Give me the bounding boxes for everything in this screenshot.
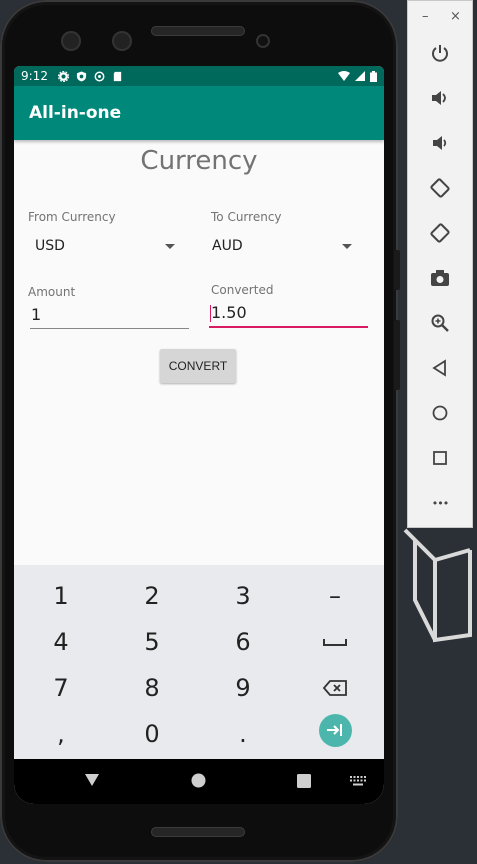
zoom-icon bbox=[431, 314, 449, 332]
key-space[interactable] bbox=[290, 619, 380, 665]
volume-up-button[interactable] bbox=[428, 86, 452, 110]
device-screen: 9:12 All-in-one Currency From Currency U… bbox=[14, 66, 384, 804]
to-currency-label: To Currency bbox=[211, 210, 282, 224]
zoom-button[interactable] bbox=[428, 311, 452, 335]
dropdown-arrow-icon bbox=[342, 244, 352, 249]
rotate-right-button[interactable] bbox=[428, 221, 452, 245]
shield-icon bbox=[76, 70, 87, 82]
back-button[interactable] bbox=[428, 356, 452, 380]
key-enter[interactable] bbox=[290, 707, 380, 753]
key-minus[interactable]: – bbox=[290, 573, 380, 619]
key-3[interactable]: 3 bbox=[198, 573, 288, 619]
key-7[interactable]: 7 bbox=[16, 665, 106, 711]
amount-input[interactable]: 1 bbox=[31, 305, 189, 327]
nav-back-icon[interactable] bbox=[84, 772, 100, 788]
home-button[interactable] bbox=[428, 401, 452, 425]
backspace-icon bbox=[323, 680, 347, 696]
from-currency-value: USD bbox=[35, 238, 65, 254]
space-icon bbox=[323, 639, 347, 646]
key-8[interactable]: 8 bbox=[107, 665, 197, 711]
volume-down-icon bbox=[433, 136, 447, 150]
camera-icon bbox=[431, 270, 449, 286]
back-icon bbox=[432, 359, 446, 377]
sd-card-icon bbox=[113, 71, 122, 81]
key-9[interactable]: 9 bbox=[198, 665, 288, 711]
emulator-window-controls: – × bbox=[408, 9, 472, 25]
page-title: Currency bbox=[140, 146, 258, 176]
data-saver-icon bbox=[94, 71, 105, 81]
front-sensor bbox=[61, 31, 81, 51]
more-button[interactable]: ••• bbox=[428, 491, 452, 515]
amount-underline bbox=[30, 328, 189, 329]
rotate-left-button[interactable] bbox=[428, 176, 452, 200]
key-0[interactable]: 0 bbox=[107, 711, 197, 757]
phone-frame: 9:12 All-in-one Currency From Currency U… bbox=[0, 0, 400, 862]
overview-icon bbox=[433, 451, 447, 465]
phone-power-key bbox=[394, 250, 400, 290]
app-bar: All-in-one bbox=[14, 86, 384, 140]
from-currency-spinner[interactable]: USD bbox=[35, 238, 175, 258]
next-field-icon bbox=[327, 724, 342, 736]
emulator-toolbar: – × ••• bbox=[407, 0, 473, 528]
key-comma[interactable]: , bbox=[16, 711, 106, 757]
phone-volume-key bbox=[394, 320, 400, 390]
numeric-keyboard: 1 2 3 – 4 5 6 7 8 9 , 0 . bbox=[14, 565, 384, 759]
keyboard-switch-icon[interactable] bbox=[350, 776, 366, 786]
key-backspace[interactable] bbox=[290, 665, 380, 711]
top-speaker bbox=[151, 26, 245, 36]
proximity-sensor bbox=[256, 34, 270, 48]
rotate-right-icon bbox=[430, 223, 450, 243]
key-period[interactable]: . bbox=[198, 711, 288, 757]
app-title: All-in-one bbox=[29, 103, 122, 123]
front-camera bbox=[112, 31, 132, 51]
to-currency-value: AUD bbox=[212, 238, 243, 254]
power-button[interactable] bbox=[428, 41, 452, 65]
power-icon bbox=[432, 45, 448, 62]
amount-value: 1 bbox=[31, 305, 42, 324]
to-currency-spinner[interactable]: AUD bbox=[212, 238, 352, 258]
close-button[interactable]: × bbox=[450, 9, 461, 24]
screenshot-button[interactable] bbox=[428, 266, 452, 290]
convert-button[interactable]: CONVERT bbox=[160, 349, 236, 383]
navigation-bar bbox=[14, 759, 384, 804]
status-time: 9:12 bbox=[21, 69, 48, 83]
key-1[interactable]: 1 bbox=[16, 573, 106, 619]
converted-value: 1.50 bbox=[211, 303, 247, 322]
key-2[interactable]: 2 bbox=[107, 573, 197, 619]
nav-home-icon[interactable] bbox=[191, 773, 206, 788]
key-5[interactable]: 5 bbox=[107, 619, 197, 665]
minimize-button[interactable]: – bbox=[422, 9, 429, 24]
converted-input[interactable]: 1.50 bbox=[211, 303, 368, 325]
converted-label: Converted bbox=[211, 283, 274, 297]
dropdown-arrow-icon bbox=[165, 244, 175, 249]
key-6[interactable]: 6 bbox=[198, 619, 288, 665]
amount-label: Amount bbox=[28, 285, 76, 299]
signal-icon bbox=[355, 71, 365, 81]
settings-icon bbox=[57, 70, 69, 82]
key-4[interactable]: 4 bbox=[16, 619, 106, 665]
enter-key-circle bbox=[318, 713, 352, 747]
from-currency-label: From Currency bbox=[28, 210, 116, 224]
more-icon: ••• bbox=[431, 496, 449, 510]
rotate-left-icon bbox=[430, 178, 450, 198]
wifi-icon bbox=[338, 71, 350, 81]
battery-icon bbox=[370, 70, 377, 82]
nav-recents-icon[interactable] bbox=[297, 774, 311, 788]
home-icon bbox=[432, 405, 448, 421]
overview-button[interactable] bbox=[428, 446, 452, 470]
status-bar: 9:12 bbox=[14, 66, 384, 86]
bottom-speaker bbox=[151, 827, 245, 837]
volume-down-button[interactable] bbox=[428, 131, 452, 155]
converted-underline bbox=[209, 326, 368, 328]
text-cursor bbox=[210, 305, 211, 322]
volume-up-icon bbox=[432, 91, 446, 105]
currency-converter: Currency From Currency USD To Currency A… bbox=[14, 140, 384, 565]
